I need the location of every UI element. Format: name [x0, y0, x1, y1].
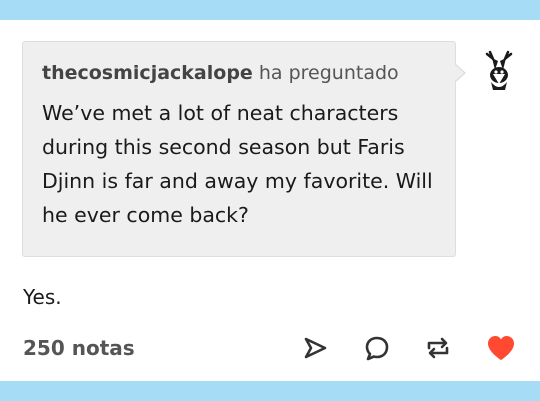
asker-name[interactable]: thecosmicjackalope — [42, 62, 253, 84]
ask-box-pointer-fill — [455, 65, 464, 81]
reblog-button[interactable] — [423, 333, 453, 363]
share-button[interactable] — [300, 333, 330, 363]
asker-verb: ha preguntado — [258, 62, 399, 84]
question-text: We’ve met a lot of neat characters durin… — [42, 101, 433, 227]
heart-icon — [488, 336, 514, 360]
asker-line: thecosmicjackalope ha preguntado — [42, 60, 439, 86]
jackalope-avatar-icon — [485, 50, 513, 90]
top-border-band — [0, 0, 540, 20]
reblog-icon — [427, 337, 449, 359]
share-icon — [304, 337, 327, 359]
bottom-border-band — [0, 381, 540, 401]
asker-avatar[interactable] — [481, 48, 517, 92]
notes-count[interactable]: 250 notas — [23, 334, 135, 362]
reply-icon — [365, 336, 389, 361]
ask-box: thecosmicjackalope ha preguntado We’ve m… — [22, 41, 456, 257]
answer-text: Yes. — [23, 285, 62, 309]
like-button[interactable] — [486, 333, 516, 363]
reply-button[interactable] — [362, 333, 392, 363]
